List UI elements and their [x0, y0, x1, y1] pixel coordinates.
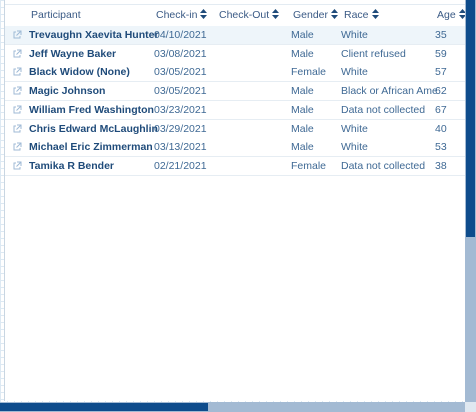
- cell-gender: Male: [291, 29, 314, 41]
- cell-participant[interactable]: Magic Johnson: [29, 82, 105, 100]
- cell-race: Data not collected: [341, 159, 426, 172]
- cell-race: White: [341, 141, 368, 154]
- table-row[interactable]: Michael Eric Zimmerman 03/13/2021 Male Whit…: [5, 138, 466, 158]
- cell-age: 59: [435, 47, 447, 60]
- vertical-scrollbar-thumb[interactable]: [466, 0, 475, 237]
- external-link-icon[interactable]: [12, 161, 22, 171]
- participants-table: Participant Check-in Check-Out Gender Ra…: [4, 0, 466, 401]
- column-header-label: Participant: [31, 9, 81, 21]
- table-row[interactable]: Magic Johnson 03/05/2021 Male Black or Afri…: [5, 82, 466, 102]
- cell-checkin: 04/10/2021: [154, 29, 207, 41]
- column-header-race[interactable]: Race: [344, 5, 379, 26]
- cell-gender: Female: [291, 159, 327, 172]
- column-header-gender[interactable]: Gender: [293, 5, 339, 26]
- cell-participant[interactable]: Chris Edward McLaughlin: [29, 120, 158, 138]
- table-row[interactable]: Jeff Wayne Baker 03/08/2021 Male Client ref…: [5, 44, 466, 64]
- column-header-age[interactable]: Age: [437, 5, 466, 26]
- cell-participant[interactable]: Black Widow (None): [29, 63, 130, 81]
- cell-race: White: [341, 29, 368, 41]
- external-link-icon[interactable]: [12, 86, 22, 96]
- table-row[interactable]: Chris Edward McLaughlin 03/29/2021 Male Whi…: [5, 119, 466, 139]
- cell-participant[interactable]: Jeff Wayne Baker: [29, 45, 116, 63]
- external-link-icon[interactable]: [12, 67, 22, 77]
- cell-race: Black or African American: [341, 85, 437, 98]
- cell-participant[interactable]: William Fred Washington: [29, 101, 154, 119]
- cell-gender: Male: [291, 47, 314, 60]
- cell-checkin: 03/05/2021: [154, 85, 207, 98]
- scrollbar-corner: [465, 402, 476, 412]
- column-header-label: Race: [344, 9, 369, 21]
- column-header-checkout[interactable]: Check-Out: [219, 5, 280, 26]
- external-link-icon[interactable]: [12, 30, 22, 40]
- column-header-label: Gender: [293, 9, 329, 21]
- table-row[interactable]: Trevaughn Xaevita Hunter 04/10/2021 Male Wh…: [5, 26, 466, 45]
- cell-race: Data not collected: [341, 103, 426, 116]
- cell-gender: Male: [291, 103, 314, 116]
- cell-age: 67: [435, 103, 447, 116]
- column-header-label: Check-in: [156, 9, 198, 21]
- external-link-icon[interactable]: [12, 124, 22, 134]
- cell-checkin: 03/05/2021: [154, 66, 207, 79]
- cell-age: 62: [435, 85, 447, 98]
- cell-age: 38: [435, 159, 447, 172]
- cell-age: 40: [435, 122, 447, 135]
- table-row[interactable]: William Fred Washington 03/23/2021 Male Dat…: [5, 100, 466, 120]
- column-header-label: Check-Out: [219, 9, 270, 21]
- column-header-checkin[interactable]: Check-in: [156, 5, 208, 26]
- external-link-icon[interactable]: [12, 105, 22, 115]
- sort-arrows-icon[interactable]: [200, 9, 208, 19]
- cell-participant[interactable]: Trevaughn Xaevita Hunter: [29, 26, 159, 44]
- cell-race: White: [341, 122, 368, 135]
- sort-arrows-icon[interactable]: [371, 9, 379, 19]
- sort-arrows-icon[interactable]: [331, 9, 339, 19]
- cell-gender: Female: [291, 66, 327, 79]
- cell-checkin: 03/29/2021: [154, 122, 207, 135]
- cell-checkin: 03/13/2021: [154, 141, 207, 154]
- cell-gender: Male: [291, 122, 314, 135]
- horizontal-scrollbar-thumb[interactable]: [0, 403, 208, 411]
- cell-age: 53: [435, 141, 447, 154]
- cell-checkin: 03/08/2021: [154, 47, 207, 60]
- external-link-icon[interactable]: [12, 142, 22, 152]
- table-row[interactable]: Tamika R Bender 02/21/2021 Female Data not …: [5, 156, 466, 176]
- cell-participant[interactable]: Michael Eric Zimmerman: [29, 138, 153, 156]
- cell-gender: Male: [291, 85, 314, 98]
- cell-checkin: 03/23/2021: [154, 103, 207, 116]
- cell-participant[interactable]: Tamika R Bender: [29, 157, 114, 175]
- cell-race: White: [341, 66, 368, 79]
- cell-age: 35: [435, 29, 447, 41]
- sort-arrows-icon[interactable]: [272, 9, 280, 19]
- external-link-icon[interactable]: [12, 49, 22, 59]
- cell-checkin: 02/21/2021: [154, 159, 207, 172]
- cell-gender: Male: [291, 141, 314, 154]
- table-header: Participant Check-in Check-Out Gender Ra…: [5, 4, 466, 27]
- cell-race: Client refused: [341, 47, 406, 60]
- table-row[interactable]: Black Widow (None) 03/05/2021 Female White 5…: [5, 63, 466, 83]
- column-header-label: Age: [437, 9, 456, 21]
- cell-age: 57: [435, 66, 447, 79]
- column-header-participant[interactable]: Participant: [31, 5, 81, 26]
